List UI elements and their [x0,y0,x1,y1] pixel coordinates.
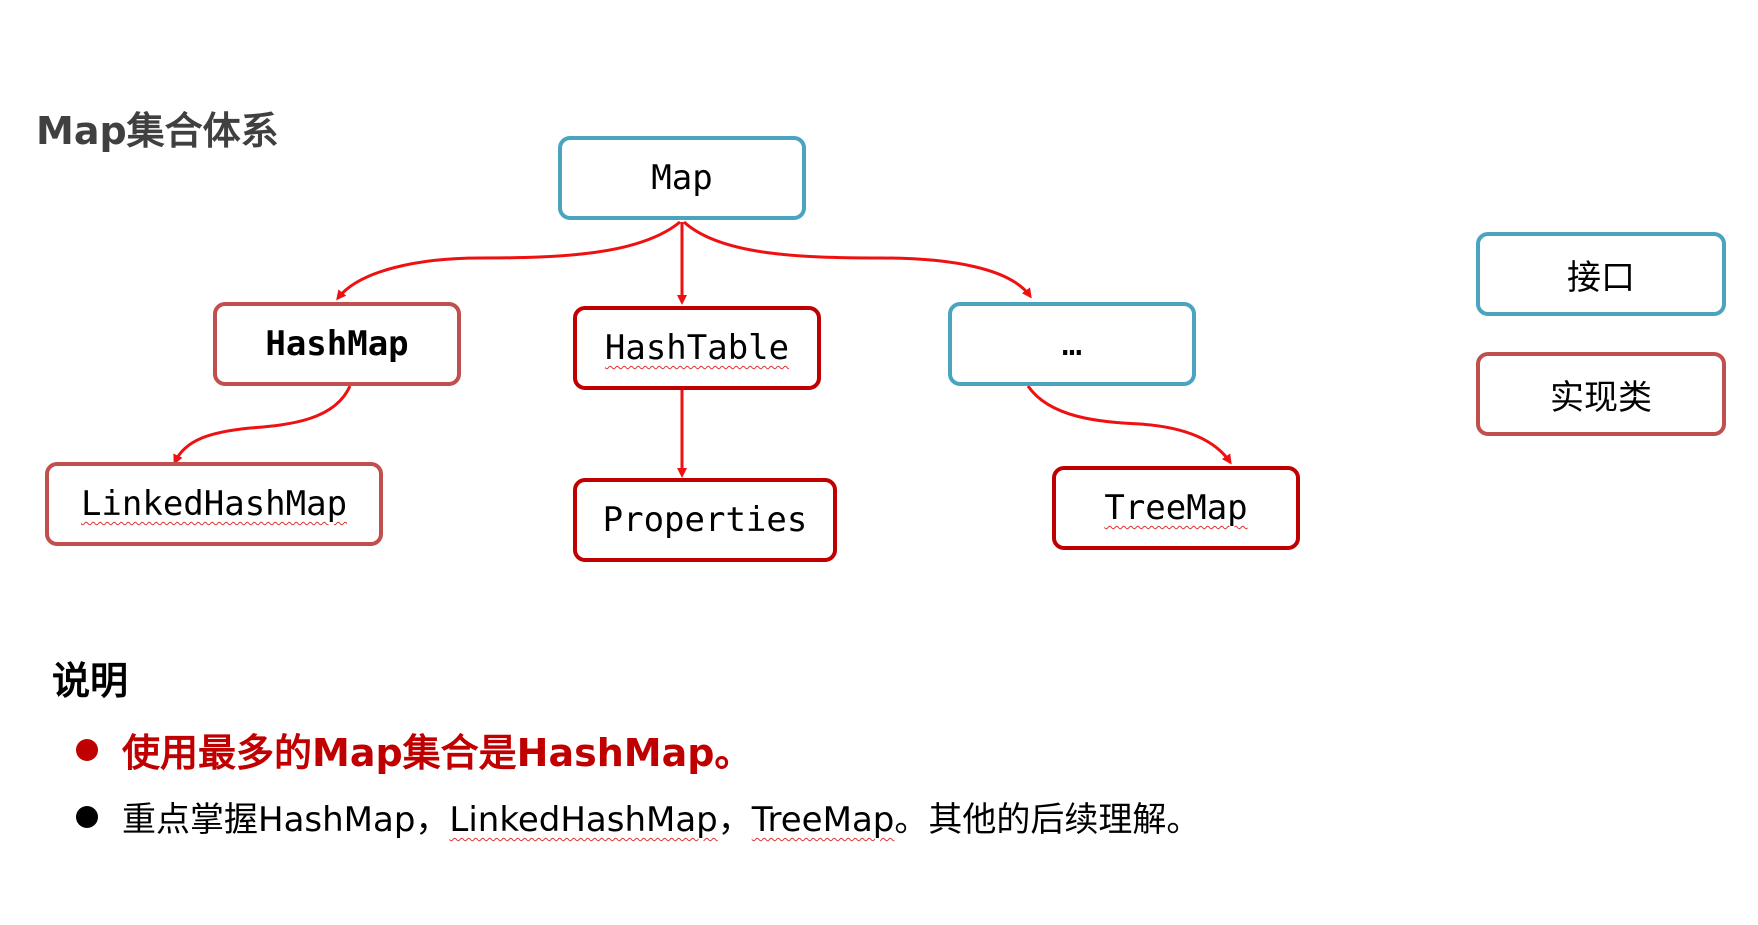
node-treemap: TreeMap [1052,466,1300,550]
arrow-map-to-ellipsis [682,220,1032,299]
bullet-icon [76,738,98,761]
bullet-icon [76,805,98,828]
note-item-1: 使用最多的Map集合是HashMap。 [76,722,752,777]
node-hashtable: HashTable [573,306,821,390]
node-map: Map [558,136,806,220]
note-item-2: 重点掌握HashMap，LinkedHashMap，TreeMap。其他的后续理… [76,792,1200,841]
note-text-2: 重点掌握HashMap，LinkedHashMap，TreeMap。其他的后续理… [122,800,1201,840]
notes-heading: 说明 [52,659,129,703]
node-linkedhashmap: LinkedHashMap [45,462,383,546]
note-text-1: 使用最多的Map集合是HashMap。 [122,731,753,775]
node-properties: Properties [573,478,837,562]
legend-interface: 接口 [1476,232,1726,316]
arrow-hashmap-to-linkedhashmap [173,385,352,465]
node-hashmap: HashMap [213,302,461,386]
arrow-ellipsis-to-treemap [1026,385,1232,465]
node-ellipsis: … [948,302,1196,386]
legend-impl: 实现类 [1476,352,1726,436]
arrow-map-to-hashmap [336,220,681,301]
